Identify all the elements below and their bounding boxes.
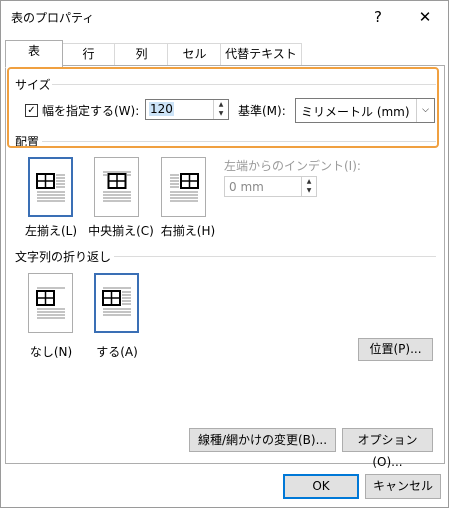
indent-input[interactable]: 0 mm ▲ ▼ xyxy=(224,176,317,197)
wrap-around-label: する(A) xyxy=(96,345,138,359)
alignment-section-label: 配置 xyxy=(15,135,40,149)
wrap-none-icon xyxy=(35,287,65,319)
table-properties-dialog: 表のプロパティ ? ✕ 表 行 列 セル 代替テキスト サイズ ✓ 幅を指定する… xyxy=(0,0,449,508)
wrap-around-option[interactable] xyxy=(94,273,139,333)
size-divider xyxy=(52,84,436,85)
align-left-option[interactable] xyxy=(28,157,73,217)
align-right-icon xyxy=(169,173,199,202)
tab-table[interactable]: 表 xyxy=(5,40,63,68)
indent-label: 左端からのインデント(I): xyxy=(224,159,361,173)
spin-up-icon[interactable]: ▲ xyxy=(302,177,316,186)
align-right-label: 右揃え(H) xyxy=(160,224,216,238)
position-button[interactable]: 位置(P)... xyxy=(358,338,433,361)
tab-panel: サイズ ✓ 幅を指定する(W): 120 ▲ ▼ 基準(M): ミリメートル (… xyxy=(5,65,445,469)
align-center-label: 中央揃え(C) xyxy=(88,224,154,238)
help-icon[interactable]: ? xyxy=(358,1,398,33)
tab-row[interactable]: 行 xyxy=(61,43,116,66)
basis-label: 基準(M): xyxy=(238,104,286,118)
wrap-none-option[interactable] xyxy=(28,273,73,333)
wrap-section-label: 文字列の折り返し xyxy=(15,250,112,264)
alignment-divider xyxy=(42,141,436,142)
align-left-label: 左揃え(L) xyxy=(24,224,78,238)
wrap-none-label: なし(N) xyxy=(29,345,73,359)
wrap-divider xyxy=(114,256,436,257)
align-right-option[interactable] xyxy=(161,157,206,217)
basis-value: ミリメートル (mm) xyxy=(301,105,410,119)
width-label: 幅を指定する(W): xyxy=(42,102,139,119)
width-label-text: 幅を指定する(W): xyxy=(42,104,140,118)
width-spinner[interactable]: ▲ ▼ xyxy=(213,100,228,119)
spin-down-icon[interactable]: ▼ xyxy=(214,109,228,118)
align-left-icon xyxy=(35,173,65,202)
wrap-around-icon xyxy=(101,287,131,316)
chevron-down-icon[interactable]: ⌵ xyxy=(416,99,434,122)
basis-select[interactable]: ミリメートル (mm) ⌵ xyxy=(295,98,435,123)
align-center-option[interactable] xyxy=(94,157,139,217)
ok-button[interactable]: OK xyxy=(283,474,359,499)
width-checkbox[interactable]: ✓ xyxy=(25,104,38,117)
indent-value: 0 mm xyxy=(229,180,264,194)
options-button[interactable]: オプション(O)... xyxy=(342,428,433,469)
tab-alt-text[interactable]: 代替テキスト xyxy=(220,43,302,66)
tab-column[interactable]: 列 xyxy=(114,43,169,66)
borders-shading-button[interactable]: 線種/網かけの変更(B)... xyxy=(189,428,336,452)
width-input[interactable]: 120 ▲ ▼ xyxy=(145,99,229,120)
dialog-title: 表のプロパティ xyxy=(11,11,95,25)
size-section-label: サイズ xyxy=(15,78,51,92)
checkmark-icon: ✓ xyxy=(27,104,36,116)
title-bar: 表のプロパティ ? ✕ xyxy=(1,1,448,33)
indent-spinner[interactable]: ▲ ▼ xyxy=(301,177,316,196)
close-icon[interactable]: ✕ xyxy=(405,1,445,33)
cancel-button[interactable]: キャンセル xyxy=(365,474,441,499)
align-center-icon xyxy=(102,171,131,202)
spin-down-icon[interactable]: ▼ xyxy=(302,186,316,195)
tab-cell[interactable]: セル xyxy=(167,43,222,66)
width-value: 120 xyxy=(149,102,174,116)
spin-up-icon[interactable]: ▲ xyxy=(214,100,228,109)
